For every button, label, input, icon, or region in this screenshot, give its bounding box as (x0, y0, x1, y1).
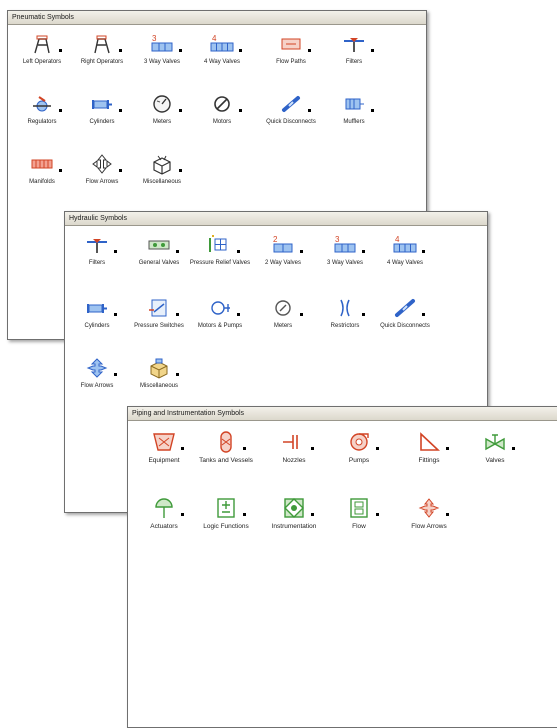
pump-icon (346, 431, 372, 453)
cylinder-icon (89, 93, 115, 115)
motor-pump-icon (207, 297, 233, 319)
restrictor-icon (332, 297, 358, 319)
piping-panel-title: Piping and Instrumentation Symbols (128, 407, 557, 421)
left-operator-icon (29, 33, 55, 55)
three-way-valve-icon: 3 (332, 234, 358, 256)
actuator-icon (151, 497, 177, 519)
svg-text:3: 3 (335, 235, 340, 244)
svg-text:4: 4 (212, 34, 217, 43)
flow-arrow-icon (416, 497, 442, 519)
two-way-valve-icon: 2 (270, 234, 296, 256)
motor-icon (209, 93, 235, 115)
general-valve-icon (146, 234, 172, 256)
four-way-valve-icon: 4 (209, 33, 235, 55)
flow-arrow-icon (89, 153, 115, 175)
pneumatic-panel-title: Pneumatic Symbols (8, 11, 426, 25)
flow-arrow-icon (84, 357, 110, 379)
filter-icon (84, 234, 110, 256)
meter-icon (270, 297, 296, 319)
svg-text:3: 3 (152, 34, 157, 43)
four-way-valve-icon: 4 (392, 234, 418, 256)
pressure-switch-icon (146, 297, 172, 319)
miscellaneous-icon (149, 153, 175, 175)
quick-disconnect-icon (392, 297, 418, 319)
flow-path-icon (278, 33, 304, 55)
equipment-icon (151, 431, 177, 453)
fitting-icon (416, 431, 442, 453)
meter-icon (149, 93, 175, 115)
quick-disconnect-icon (278, 93, 304, 115)
cylinder-icon (84, 297, 110, 319)
three-way-valve-icon: 3 (149, 33, 175, 55)
manifold-icon (29, 153, 55, 175)
right-operator-icon (89, 33, 115, 55)
svg-text:4: 4 (395, 235, 400, 244)
logic-function-icon (213, 497, 239, 519)
instrumentation-icon (281, 497, 307, 519)
miscellaneous-icon (146, 357, 172, 379)
pressure-relief-valve-icon (207, 234, 233, 256)
piping-instrumentation-symbols-panel: Piping and Instrumentation Symbols Equip… (127, 406, 557, 728)
svg-text:2: 2 (273, 235, 278, 244)
valve-icon (482, 431, 508, 453)
regulator-icon (29, 93, 55, 115)
nozzle-icon (281, 431, 307, 453)
filter-icon (341, 33, 367, 55)
muffler-icon (341, 93, 367, 115)
flow-icon (346, 497, 372, 519)
tank-vessel-icon (213, 431, 239, 453)
hydraulic-panel-title: Hydraulic Symbols (65, 212, 487, 226)
